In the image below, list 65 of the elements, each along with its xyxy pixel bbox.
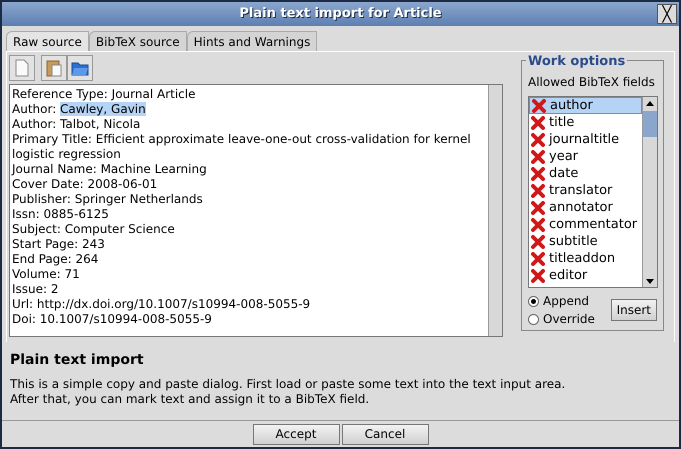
cross-icon xyxy=(530,268,546,284)
fields-list[interactable]: author title journaltitle year date translator annotator commentator subtitle titleaddon editor xyxy=(528,96,658,288)
cross-icon xyxy=(530,250,546,266)
help-text: After that, you can mark text and assign it to a BibTeX field. xyxy=(10,392,370,407)
text-line: Subject: Computer Science xyxy=(12,222,175,237)
clipboard-icon xyxy=(46,59,62,77)
open-button[interactable] xyxy=(67,55,93,81)
text-line: Start Page: 243 xyxy=(12,237,105,252)
field-item[interactable]: commentator xyxy=(529,216,642,233)
cross-icon xyxy=(530,216,546,232)
help-title: Plain text import xyxy=(10,351,144,370)
field-item[interactable]: subtitle xyxy=(529,233,642,250)
new-document-button[interactable] xyxy=(9,55,35,81)
text-line: Reference Type: Journal Article xyxy=(12,87,196,102)
scrollbar[interactable] xyxy=(488,85,502,336)
cross-icon xyxy=(530,200,546,216)
text-line: logistic regression xyxy=(12,147,121,162)
field-item[interactable]: translator xyxy=(529,182,642,199)
up-arrow-icon xyxy=(646,100,654,106)
scrollbar-thumb[interactable] xyxy=(643,111,657,137)
text-line: Journal Name: Machine Learning xyxy=(12,162,207,177)
field-item[interactable]: title xyxy=(529,114,642,131)
down-arrow-icon xyxy=(646,278,654,284)
cross-icon xyxy=(530,166,546,182)
insert-button[interactable]: Insert xyxy=(610,299,657,321)
text-input-area[interactable] xyxy=(9,84,503,337)
help-text: This is a simple copy and paste dialog. First load or paste some text into the text input area. xyxy=(10,377,566,392)
text-line: Publisher: Springer Netherlands xyxy=(12,192,203,207)
dialog-button[interactable]: Cancel xyxy=(342,424,428,444)
text-line: Primary Title: Efficient approximate leave-one-out cross-validation for kernel xyxy=(12,132,471,147)
text-line: End Page: 264 xyxy=(12,252,98,267)
field-item[interactable]: titleaddon xyxy=(529,250,642,267)
text-line: Author: Talbot, Nicola xyxy=(12,117,140,132)
field-item[interactable]: author xyxy=(529,97,642,114)
cross-icon xyxy=(531,98,547,114)
field-item[interactable]: editor xyxy=(529,267,642,284)
tab[interactable]: Hints and Warnings xyxy=(186,31,318,51)
folder-icon xyxy=(71,60,89,76)
text-line: Url: http://dx.doi.org/10.1007/s10994-008-5055-9 xyxy=(12,297,310,312)
text-line: Issn: 0885-6125 xyxy=(12,207,109,222)
text-line: Cover Date: 2008-06-01 xyxy=(12,177,158,192)
text-line: Author: Cawley, Gavin xyxy=(12,102,146,117)
paste-button[interactable] xyxy=(41,55,67,81)
field-item[interactable]: journaltitle xyxy=(529,131,642,148)
dialog-button[interactable]: Accept xyxy=(252,424,340,444)
tab[interactable]: Raw source xyxy=(6,31,89,51)
scrollbar[interactable] xyxy=(642,97,657,287)
cross-icon xyxy=(530,114,546,130)
mode-radio[interactable]: Append xyxy=(528,292,595,310)
cross-icon xyxy=(530,148,546,164)
field-item[interactable]: date xyxy=(529,165,642,182)
document-icon xyxy=(15,59,29,77)
cross-icon xyxy=(530,132,546,148)
text-line: Issue: 2 xyxy=(12,282,59,297)
field-item[interactable]: annotator xyxy=(529,199,642,216)
fields-label: Allowed BibTeX fields xyxy=(528,74,655,91)
window-title: Plain text import for Article xyxy=(239,5,442,24)
text-line: Volume: 71 xyxy=(12,267,80,282)
cross-icon xyxy=(530,182,546,198)
text-line: Doi: 10.1007/s10994-008-5055-9 xyxy=(12,312,212,327)
tab[interactable]: BibTeX source xyxy=(88,31,187,51)
field-item[interactable]: year xyxy=(529,148,642,165)
close-button[interactable]: ╳ xyxy=(657,4,677,24)
mode-radio[interactable]: Override xyxy=(528,310,595,328)
cross-icon xyxy=(530,234,546,250)
